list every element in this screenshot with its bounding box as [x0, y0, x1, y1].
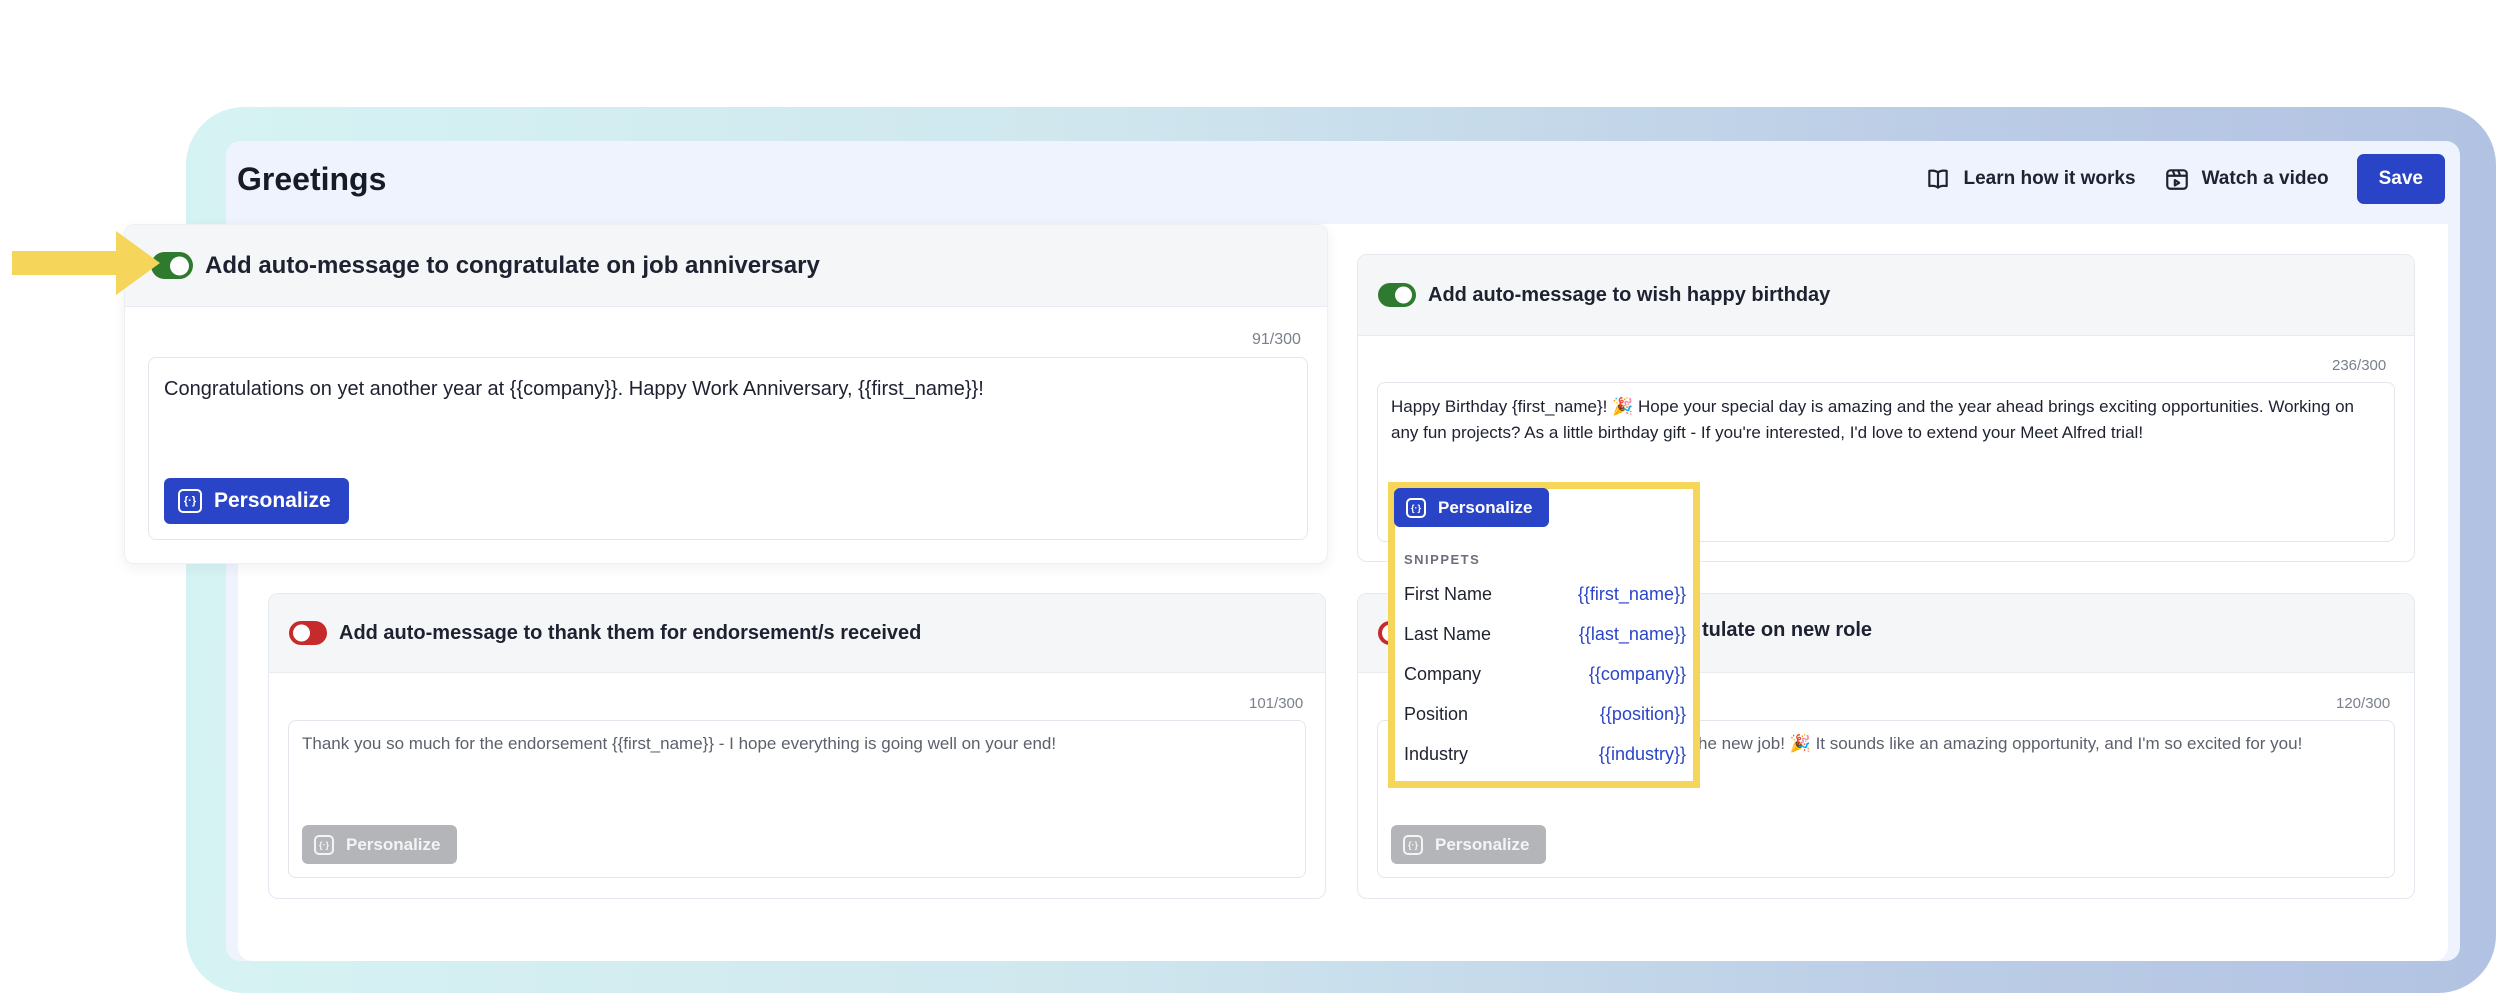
- personalize-label: Personalize: [1435, 834, 1530, 854]
- snippet-label: Last Name: [1404, 624, 1492, 644]
- birthday-personalize-button[interactable]: {·} Personalize: [1394, 488, 1549, 527]
- snippet-label: Industry: [1404, 744, 1469, 764]
- snippet-token: {{first_name}}: [1577, 584, 1686, 604]
- snippet-company[interactable]: Company {{company}}: [1404, 664, 1686, 685]
- snippet-industry[interactable]: Industry {{industry}}: [1404, 744, 1686, 765]
- snippet-token: {{last_name}}: [1578, 624, 1686, 644]
- arrow-pointer-icon: [12, 231, 160, 295]
- learn-how-link[interactable]: Learn how it works: [1925, 166, 2136, 192]
- snippet-first-name[interactable]: First Name {{first_name}}: [1404, 584, 1686, 605]
- book-icon: [1928, 169, 1949, 189]
- watch-video-label: Watch a video: [2201, 168, 2329, 189]
- personalize-braces-icon: {·}: [1406, 497, 1426, 518]
- toggle-knob: [293, 624, 310, 642]
- learn-how-label: Learn how it works: [1963, 168, 2136, 189]
- snippet-position[interactable]: Position {{position}}: [1404, 704, 1686, 725]
- snippet-label: First Name: [1404, 584, 1493, 604]
- personalize-braces-icon: {·}: [178, 489, 202, 513]
- endorsement-personalize-button[interactable]: {·} Personalize: [302, 825, 457, 864]
- snippet-token: {{company}}: [1588, 664, 1686, 684]
- endorsement-title: Add auto-message to thank them for endor…: [339, 621, 922, 644]
- watch-video-link[interactable]: Watch a video: [2164, 166, 2329, 192]
- snippets-heading: SNIPPETS: [1404, 552, 1481, 567]
- anniversary-counter: 91/300: [1252, 331, 1301, 348]
- snippet-last-name[interactable]: Last Name {{last_name}}: [1404, 624, 1686, 645]
- new-role-personalize-button[interactable]: {·} Personalize: [1391, 825, 1546, 864]
- personalize-braces-icon: {·}: [1403, 834, 1423, 855]
- snippet-token: {{position}}: [1599, 704, 1686, 724]
- endorsement-counter: 101/300: [1249, 695, 1304, 712]
- personalize-braces-icon: {·}: [314, 834, 334, 855]
- new-role-message-text[interactable]: he new job! 🎉 It sounds like an amazing …: [1698, 731, 2302, 757]
- header-actions: Learn how it works Watch a video Save: [1925, 154, 2445, 204]
- birthday-counter: 236/300: [2332, 357, 2387, 374]
- personalize-label: Personalize: [214, 489, 331, 512]
- snippet-label: Position: [1404, 704, 1469, 724]
- endorsement-message-text[interactable]: Thank you so much for the endorsement {{…: [302, 731, 1056, 757]
- personalize-label: Personalize: [346, 834, 441, 854]
- endorsement-toggle[interactable]: [289, 621, 327, 645]
- birthday-message-text[interactable]: Happy Birthday {first_name}! 🎉 Hope your…: [1391, 394, 2381, 447]
- save-button[interactable]: Save: [2356, 154, 2445, 204]
- birthday-title: Add auto-message to wish happy birthday: [1428, 283, 1831, 306]
- snippet-token: {{industry}}: [1598, 744, 1686, 764]
- new-role-title: tulate on new role: [1702, 619, 1873, 641]
- toggle-knob: [1395, 286, 1412, 304]
- anniversary-card-header: Add auto-message to congratulate on job …: [125, 225, 1327, 307]
- anniversary-personalize-button[interactable]: {·} Personalize: [164, 478, 349, 524]
- video-camera-icon: [2165, 169, 2188, 190]
- endorsement-card-header: Add auto-message to thank them for endor…: [269, 594, 1325, 673]
- birthday-toggle[interactable]: [1378, 283, 1416, 307]
- stage: Greetings Learn how it works Watch a vid…: [0, 0, 2518, 1008]
- toggle-knob: [170, 256, 189, 275]
- anniversary-title: Add auto-message to congratulate on job …: [205, 251, 820, 279]
- page-title: Greetings: [237, 161, 387, 197]
- anniversary-message-text[interactable]: Congratulations on yet another year at {…: [164, 374, 984, 405]
- birthday-card-header: Add auto-message to wish happy birthday: [1358, 255, 2414, 336]
- snippet-label: Company: [1404, 664, 1482, 684]
- personalize-label: Personalize: [1438, 497, 1533, 517]
- new-role-counter: 120/300: [2336, 695, 2391, 712]
